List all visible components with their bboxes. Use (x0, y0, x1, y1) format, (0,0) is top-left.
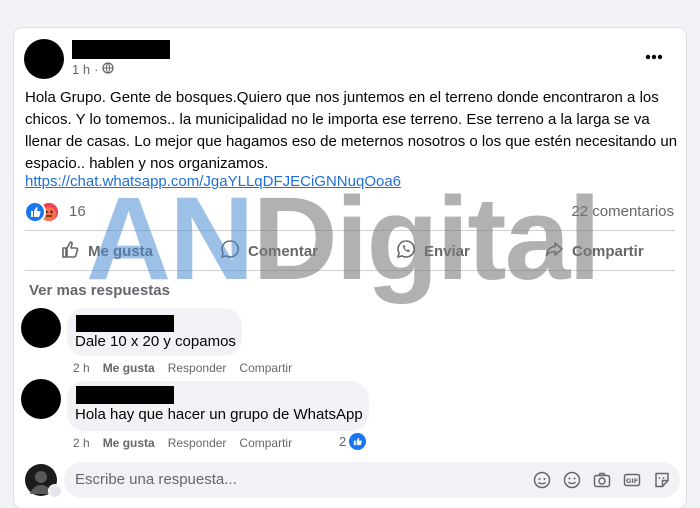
comment-actions: 2 h Me gusta Responder Compartir (73, 436, 292, 450)
like-reaction-icon (24, 201, 46, 223)
gif-icon[interactable]: GIF (622, 470, 642, 490)
globe-icon (102, 62, 115, 77)
send-button[interactable]: Enviar (396, 233, 470, 269)
comment-reply-button[interactable]: Responder (168, 436, 227, 450)
comment-text: Dale 10 x 20 y copamos (75, 333, 236, 350)
avatar-sticker-icon[interactable] (532, 470, 552, 490)
comment-share-button[interactable]: Compartir (239, 361, 292, 375)
camera-icon[interactable] (592, 470, 612, 490)
comment-like-button[interactable]: Me gusta (103, 361, 155, 375)
comment-reply-button[interactable]: Responder (168, 361, 227, 375)
whatsapp-icon (396, 239, 416, 263)
comment-like-count-value: 2 (339, 434, 347, 449)
comment-icon (220, 239, 240, 263)
reply-placeholder: Escribe una respuesta... (75, 471, 237, 488)
profile-switch-icon[interactable] (48, 484, 62, 498)
emoji-icon[interactable] (562, 470, 582, 490)
comment-text: Hola hay que hacer un grupo de WhatsApp (75, 406, 363, 423)
author-avatar[interactable] (24, 39, 64, 79)
comment-button[interactable]: Comentar (220, 233, 318, 269)
send-label: Enviar (424, 242, 470, 260)
see-more-replies-link[interactable]: Ver mas respuestas (29, 282, 170, 299)
share-icon (544, 239, 564, 263)
commenter-avatar[interactable] (21, 308, 61, 348)
post-body-line: espacio.. hablen y nos organizamos. (25, 155, 269, 172)
post-body-line: chicos. Y lo tomemos.. la municipalidad … (25, 111, 650, 128)
comments-count[interactable]: 22 comentarios (571, 203, 674, 220)
whatsapp-link[interactable]: https://chat.whatsapp.com/JgaYLLqDFJECiG… (25, 173, 401, 190)
comment-actions: 2 h Me gusta Responder Compartir (73, 361, 292, 375)
reaction-count[interactable]: 16 (69, 203, 86, 220)
post-card: 1 h · Hola Grupo. Gente de bosques.Quier… (14, 28, 686, 508)
thumbs-up-icon (60, 239, 80, 263)
share-label: Compartir (572, 242, 644, 260)
comment-time[interactable]: 2 h (73, 436, 90, 450)
redacted-commenter-name[interactable] (76, 315, 174, 332)
like-reaction-icon (349, 433, 367, 450)
comment-like-button[interactable]: Me gusta (103, 436, 155, 450)
reactions-icons[interactable] (24, 201, 64, 223)
more-options-icon[interactable] (644, 48, 664, 66)
post-body: Hola Grupo. Gente de bosques.Quiero que … (25, 87, 678, 175)
svg-text:GIF: GIF (626, 477, 638, 485)
commenter-avatar[interactable] (21, 379, 61, 419)
like-button[interactable]: Me gusta (60, 233, 153, 269)
like-label: Me gusta (88, 242, 154, 260)
comment-time[interactable]: 2 h (73, 361, 90, 375)
redacted-author-name[interactable] (72, 40, 170, 59)
comment-label: Comentar (248, 242, 319, 260)
divider (25, 230, 675, 231)
reply-input[interactable]: Escribe una respuesta... GIF (64, 462, 680, 498)
reply-tools: GIF (532, 470, 672, 490)
share-button[interactable]: Compartir (544, 233, 644, 269)
redacted-commenter-name[interactable] (76, 386, 174, 404)
comment-share-button[interactable]: Compartir (239, 436, 292, 450)
post-time[interactable]: 1 h (72, 62, 90, 77)
sticker-icon[interactable] (652, 470, 672, 490)
post-body-line: Hola Grupo. Gente de bosques.Quiero que … (25, 89, 659, 106)
divider (25, 270, 675, 271)
action-bar: Me gusta Comentar Enviar Compartir (14, 233, 686, 269)
post-body-line: llenar de casas. Lo mejor que hagamos es… (25, 133, 678, 150)
post-meta: 1 h · (72, 62, 115, 77)
comment-like-count[interactable]: 2 (339, 433, 367, 450)
